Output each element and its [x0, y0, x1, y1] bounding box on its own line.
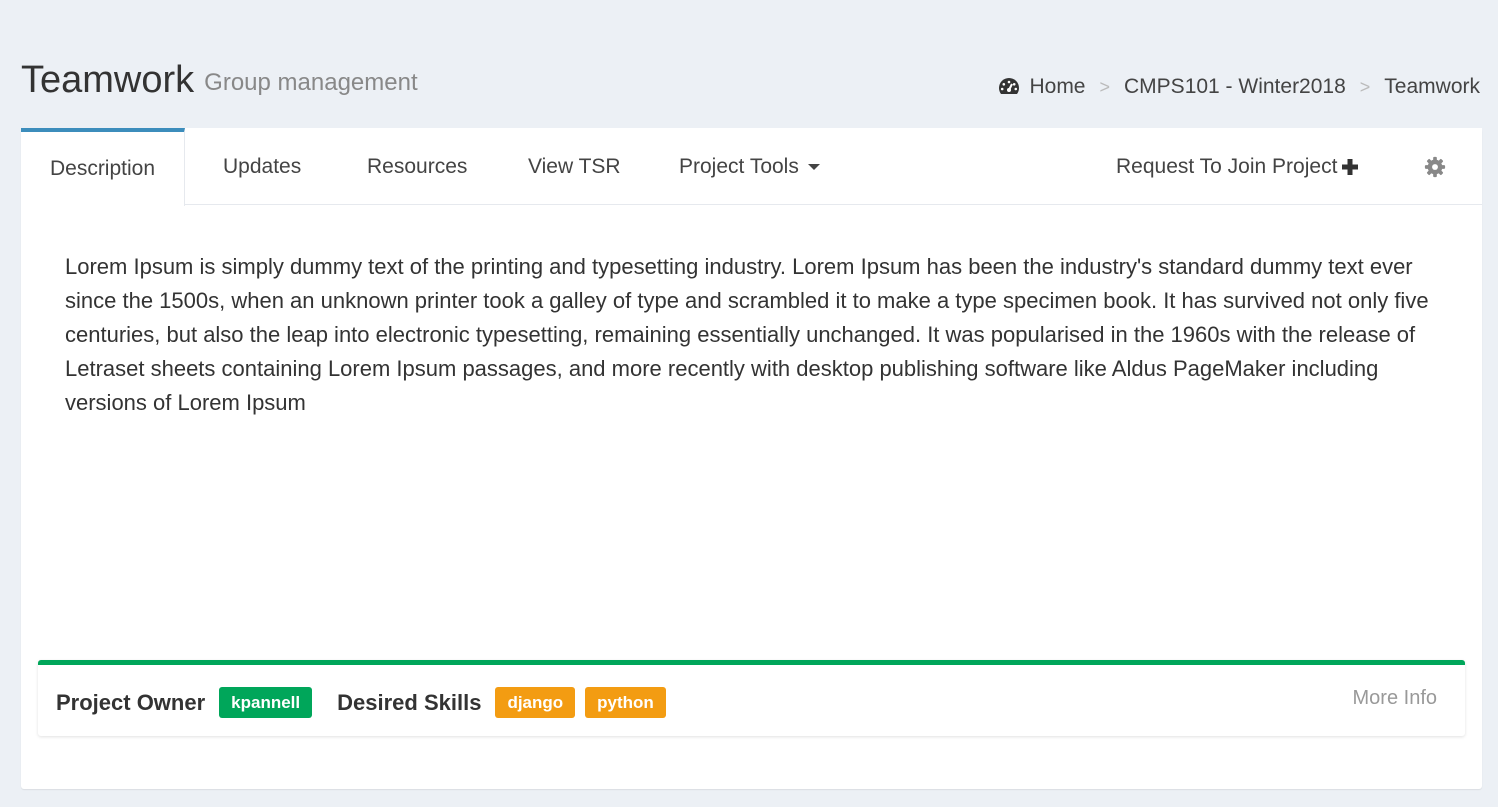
breadcrumb-separator: > [1359, 77, 1371, 97]
project-info-row: Project Owner kpannell Desired Skills dj… [56, 687, 666, 718]
project-owner-label: Project Owner [56, 689, 206, 715]
page-subtitle: Group management [204, 69, 418, 96]
content-header: Teamwork Group management Home > CMPS101 … [21, 58, 1480, 106]
project-info-box: Project Owner kpannell Desired Skills dj… [38, 660, 1465, 736]
breadcrumb: Home > CMPS101 - Winter2018 > Teamwork [997, 73, 1480, 101]
skill-badge: django [495, 687, 576, 718]
tab-project-tools[interactable]: Project Tools [679, 128, 820, 205]
tab-resources[interactable]: Resources [367, 128, 467, 205]
gear-icon [1424, 156, 1446, 177]
project-description: Lorem Ipsum is simply dummy text of the … [65, 254, 1429, 415]
plus-icon [1342, 158, 1359, 175]
breadcrumb-course[interactable]: CMPS101 - Winter2018 [1124, 73, 1346, 101]
settings-button[interactable] [1424, 128, 1446, 205]
dashboard-icon [999, 78, 1020, 94]
caret-down-icon [807, 163, 820, 170]
request-join-button[interactable]: Request To Join Project [1116, 128, 1359, 205]
owner-badge[interactable]: kpannell [219, 687, 313, 718]
tab-updates-label: Updates [223, 154, 302, 178]
project-panel: Description Updates Resources View TSR P… [21, 128, 1482, 789]
request-join-label: Request To Join Project [1116, 154, 1338, 178]
tab-description-label: Description [49, 157, 156, 180]
tab-resources-label: Resources [367, 154, 468, 178]
tab-bar: Description Updates Resources View TSR P… [21, 128, 1482, 206]
tab-view-tsr[interactable]: View TSR [528, 128, 621, 205]
tab-view-tsr-label: View TSR [528, 154, 621, 178]
tab-description[interactable]: Description [21, 128, 185, 206]
page-title: Teamwork Group management [21, 58, 418, 105]
tab-project-tools-label: Project Tools [679, 154, 799, 178]
skill-badge: python [585, 687, 666, 718]
more-info-link[interactable]: More Info [1353, 687, 1437, 710]
page-title-text: Teamwork [21, 59, 195, 101]
breadcrumb-home[interactable]: Home [1029, 73, 1085, 101]
breadcrumb-separator: > [1099, 77, 1111, 97]
breadcrumb-current: Teamwork [1384, 75, 1480, 98]
desired-skills-label: Desired Skills [337, 689, 482, 715]
tab-updates[interactable]: Updates [223, 128, 301, 205]
